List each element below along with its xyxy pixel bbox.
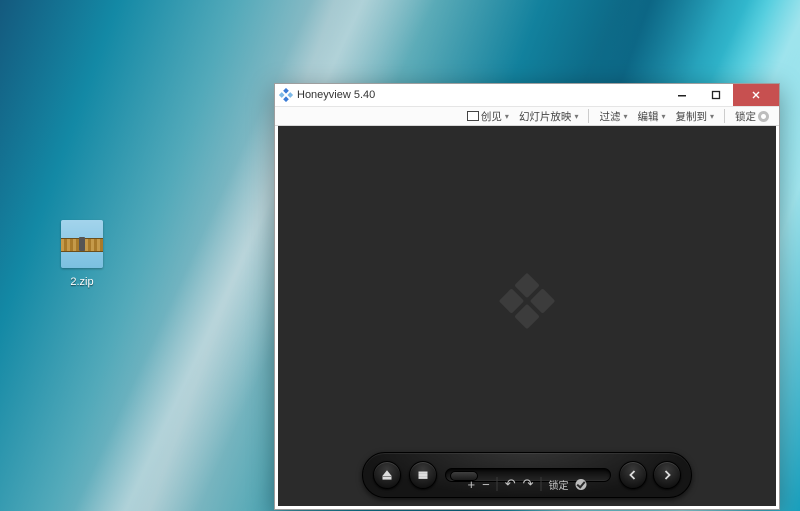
zoom-tools: + − ↶ ↷ 锁定 [466,476,589,492]
menu-separator [724,109,725,123]
maximize-button[interactable] [699,84,733,106]
chevron-down-icon: ▾ [505,112,509,121]
next-button[interactable] [653,461,681,489]
menu-copy-to[interactable]: 复制到 ▾ [671,107,718,125]
menu-separator [588,109,589,123]
close-button[interactable] [733,84,779,106]
menu-lock-label: 锁定 [735,109,756,124]
menu-copy-to-label: 复制到 [675,109,707,124]
menu-view-label: 创见 [481,109,502,124]
eject-button[interactable] [373,461,401,489]
chevron-down-icon: ▾ [710,112,714,121]
menu-view[interactable]: 创见 ▾ [463,107,513,125]
monitor-icon [467,111,479,121]
menu-filter-label: 过滤 [599,109,620,124]
tool-divider [497,477,498,491]
prev-button[interactable] [619,461,647,489]
chevron-down-icon: ▾ [623,112,627,121]
tool-divider [541,477,542,491]
chevron-down-icon: ▾ [661,112,665,121]
menu-edit[interactable]: 编辑 ▾ [633,107,669,125]
check-icon[interactable] [576,479,587,490]
minimize-button[interactable] [665,84,699,106]
desktop-icon-label: 2.zip [66,275,97,289]
desktop-icon-zip[interactable]: 2.zip [52,220,112,290]
menu-filter[interactable]: 过滤 ▾ [595,107,631,125]
window-title: Honeyview 5.40 [297,89,665,101]
rotate-ccw-button[interactable]: ↶ [505,476,516,492]
menu-slideshow-label: 幻灯片放映 [519,109,572,124]
menu-edit-label: 编辑 [637,109,658,124]
titlebar[interactable]: Honeyview 5.40 [275,84,779,106]
honeyview-logo-icon [499,273,556,330]
app-icon [279,88,293,102]
menubar: 创见 ▾ 幻灯片放映 ▾ 过滤 ▾ 编辑 ▾ 复制到 ▾ 锁定 [275,106,779,126]
image-viewport[interactable]: + − ↶ ↷ 锁定 [278,126,776,506]
menu-slideshow[interactable]: 幻灯片放映 ▾ [515,107,583,125]
menu-lock[interactable]: 锁定 [731,107,773,125]
zoom-in-button[interactable]: + [468,477,476,492]
zip-archive-icon [61,220,103,268]
menu-list-button[interactable] [409,461,437,489]
honeyview-window: Honeyview 5.40 创见 ▾ 幻灯片放映 ▾ 过滤 ▾ 编辑 ▾ 复制… [274,83,780,510]
gear-icon [758,111,769,122]
window-controls [665,84,779,106]
chevron-down-icon: ▾ [574,112,578,121]
rotate-cw-button[interactable]: ↷ [523,476,534,492]
dock-lock-label[interactable]: 锁定 [549,477,569,492]
zoom-out-button[interactable]: − [482,477,490,492]
